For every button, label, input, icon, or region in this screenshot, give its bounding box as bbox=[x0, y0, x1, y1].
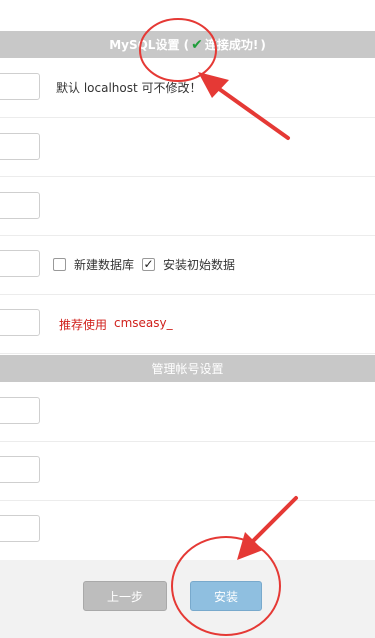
admin-settings-header: 管理帐号设置 bbox=[0, 355, 375, 382]
db-user-row bbox=[0, 118, 375, 177]
db-name-input[interactable] bbox=[0, 250, 40, 277]
db-password-input[interactable] bbox=[0, 192, 40, 219]
prev-step-button[interactable]: 上一步 bbox=[83, 581, 167, 611]
install-button[interactable]: 安装 bbox=[190, 581, 262, 611]
db-name-row: 新建数据库 ✓ 安装初始数据 bbox=[0, 236, 375, 295]
admin-username-row bbox=[0, 382, 375, 442]
db-host-input[interactable] bbox=[0, 73, 40, 100]
mysql-settings-header: MySQL设置 ( ✔ 连接成功! ) bbox=[0, 31, 375, 58]
new-db-checkbox[interactable] bbox=[53, 258, 66, 271]
db-host-row: 默认 localhost 可不修改！ bbox=[0, 58, 375, 118]
db-user-input[interactable] bbox=[0, 133, 40, 160]
admin-header-title: 管理帐号设置 bbox=[151, 362, 224, 376]
new-db-label: 新建数据库 bbox=[74, 258, 135, 272]
admin-confirm-input[interactable] bbox=[0, 515, 40, 542]
admin-username-input[interactable] bbox=[0, 397, 40, 424]
connection-status: 连接成功! bbox=[204, 38, 259, 52]
footer-bar bbox=[0, 560, 375, 638]
db-host-hint: 默认 localhost 可不修改！ bbox=[56, 81, 202, 95]
install-data-checkbox[interactable]: ✓ bbox=[142, 258, 155, 271]
prefix-hint-value: cmseasy_ bbox=[114, 316, 173, 330]
db-prefix-row: 推荐使用 cmseasy_ bbox=[0, 295, 375, 354]
admin-password-input[interactable] bbox=[0, 456, 40, 483]
admin-password-row bbox=[0, 442, 375, 501]
prefix-hint-label: 推荐使用 bbox=[59, 318, 108, 332]
admin-confirm-row bbox=[0, 501, 375, 559]
mysql-header-suffix: ) bbox=[260, 37, 266, 52]
db-password-row bbox=[0, 177, 375, 236]
mysql-header-prefix: MySQL设置 ( bbox=[109, 38, 190, 52]
install-data-label: 安装初始数据 bbox=[163, 258, 236, 272]
check-icon: ✔ bbox=[191, 36, 203, 53]
db-prefix-input[interactable] bbox=[0, 309, 40, 336]
